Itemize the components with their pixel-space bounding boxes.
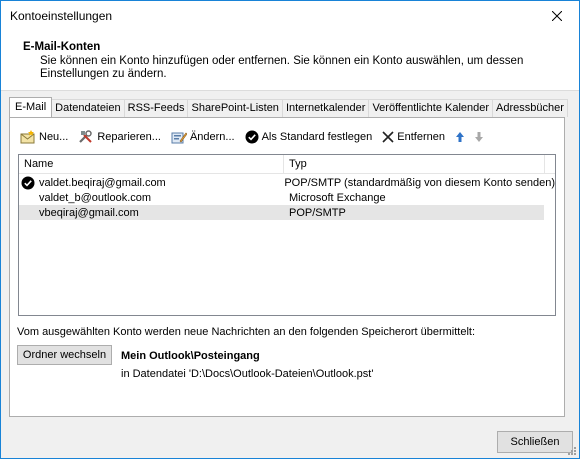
title-bar: Kontoeinstellungen	[1, 1, 579, 31]
column-header-name[interactable]: Name	[19, 155, 284, 174]
account-row[interactable]: valdet_b@outlook.com Microsoft Exchange	[19, 190, 555, 205]
account-name: valdet.beqiraj@gmail.com	[39, 176, 166, 189]
account-list: Name Typ valdet.beqiraj@gmail.com POP/SM…	[18, 154, 556, 316]
header-title: E-Mail-Konten	[23, 41, 101, 53]
remove-x-icon	[382, 131, 394, 143]
dialog-header: E-Mail-Konten Sie können ein Konto hinzu…	[1, 31, 579, 91]
repair-account-label: Reparieren...	[97, 131, 161, 143]
account-type: POP/SMTP (standardmäßig von diesem Konto…	[284, 176, 555, 189]
change-folder-button[interactable]: Ordner wechseln	[17, 345, 112, 365]
email-tab-panel: Neu... Reparieren... Ändern... Als Stand…	[9, 117, 565, 417]
tab-address-books[interactable]: Adressbücher	[492, 99, 568, 117]
close-icon	[551, 10, 562, 21]
header-description: Sie können ein Konto hinzufügen oder ent…	[40, 55, 524, 80]
account-type: Microsoft Exchange	[289, 191, 386, 204]
move-up-button[interactable]	[455, 131, 468, 143]
account-name: vbeqiraj@gmail.com	[39, 206, 139, 219]
repair-account-button[interactable]: Reparieren...	[78, 130, 161, 144]
arrow-down-icon	[474, 132, 483, 142]
change-settings-icon	[171, 132, 187, 144]
column-header-type[interactable]: Typ	[284, 155, 545, 174]
window-close-button[interactable]	[534, 1, 579, 30]
repair-tools-icon	[79, 130, 93, 143]
delivery-folder-path: in Datendatei 'D:\Docs\Outlook-Dateien\O…	[121, 368, 374, 380]
account-type: POP/SMTP	[289, 206, 346, 219]
new-mail-icon	[20, 130, 35, 144]
account-name-cell: valdet_b@outlook.com	[19, 192, 284, 204]
account-name-cell: valdet.beqiraj@gmail.com	[19, 176, 279, 189]
account-toolbar: Neu... Reparieren... Ändern... Als Stand…	[20, 128, 497, 146]
tab-rss-feeds[interactable]: RSS-Feeds	[123, 99, 189, 117]
remove-account-label: Entfernen	[397, 131, 445, 143]
tab-internet-calendars[interactable]: Internetkalender	[281, 99, 370, 117]
check-circle-icon	[245, 130, 259, 144]
account-name: valdet_b@outlook.com	[39, 191, 152, 204]
delivery-info-text: Vom ausgewählten Konto werden neue Nachr…	[17, 326, 476, 338]
new-account-button[interactable]: Neu...	[20, 130, 68, 144]
tab-strip: E-Mail Datendateien RSS-Feeds SharePoint…	[9, 97, 568, 117]
tab-sharepoint-lists[interactable]: SharePoint-Listen	[187, 99, 283, 117]
move-down-button[interactable]	[474, 131, 487, 143]
default-check-icon	[21, 176, 35, 189]
account-row-selected[interactable]: vbeqiraj@gmail.com POP/SMTP	[19, 205, 544, 220]
list-header: Name Typ	[19, 155, 555, 174]
delivery-folder-name: Mein Outlook\Posteingang	[121, 350, 260, 362]
change-account-button[interactable]: Ändern...	[171, 130, 235, 144]
resize-grip-icon[interactable]	[567, 446, 577, 456]
account-settings-dialog: Kontoeinstellungen E-Mail-Konten Sie kön…	[0, 0, 580, 459]
remove-account-button[interactable]: Entfernen	[382, 131, 445, 143]
new-account-label: Neu...	[39, 131, 69, 143]
arrow-up-icon	[455, 132, 464, 142]
account-name-cell: vbeqiraj@gmail.com	[19, 207, 284, 219]
tab-data-files[interactable]: Datendateien	[51, 99, 125, 117]
tab-email[interactable]: E-Mail	[9, 97, 53, 117]
window-title: Kontoeinstellungen	[10, 9, 113, 23]
close-dialog-button[interactable]: Schließen	[497, 431, 573, 453]
change-account-label: Ändern...	[189, 131, 235, 143]
set-default-label: Als Standard festlegen	[261, 131, 373, 143]
set-default-button[interactable]: Als Standard festlegen	[245, 130, 373, 144]
tab-published-calendars[interactable]: Veröffentlichte Kalender	[368, 99, 494, 117]
account-row[interactable]: valdet.beqiraj@gmail.com POP/SMTP (stand…	[19, 175, 555, 190]
